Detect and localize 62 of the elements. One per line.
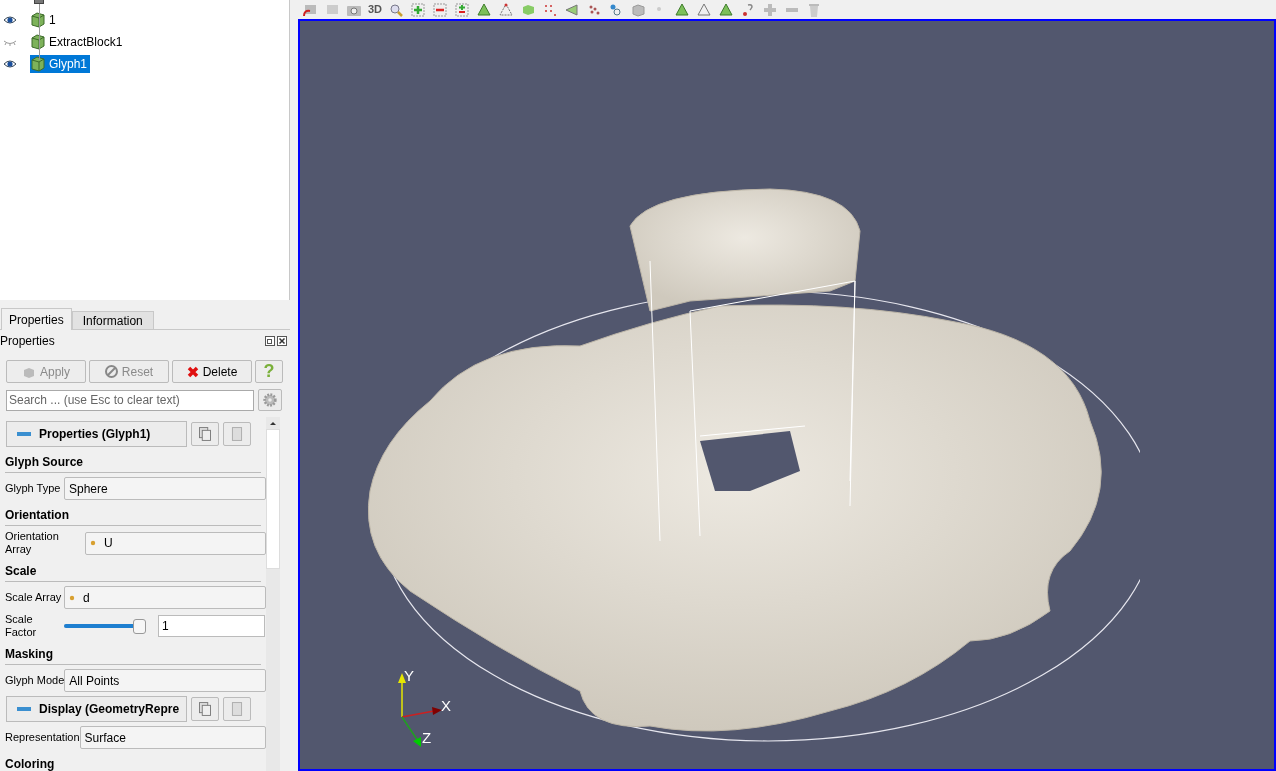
axis-label: Y — [404, 666, 414, 686]
point-data-icon — [69, 594, 75, 601]
scrollbar[interactable] — [266, 417, 280, 771]
tab[interactable]: Properties — [1, 308, 72, 330]
view-mode-toggle[interactable]: 3D — [368, 1, 383, 18]
copy-icon[interactable] — [191, 697, 219, 721]
field-label: Glyph Mode — [5, 674, 65, 687]
eye-icon[interactable] — [3, 59, 17, 69]
field-label: Representation — [5, 731, 80, 744]
float-icon[interactable] — [265, 336, 275, 346]
settings-icon[interactable] — [258, 389, 282, 411]
cube-icon — [30, 12, 46, 28]
cube-icon — [30, 34, 46, 50]
copy-icon[interactable] — [191, 422, 219, 446]
triangle-icon[interactable] — [476, 1, 493, 18]
field-label: Glyph Type — [5, 482, 62, 495]
triangle-question-icon[interactable] — [718, 1, 735, 18]
panel-title: Properties — [0, 333, 55, 350]
delete-icon — [186, 365, 199, 378]
field-label: Scale Array — [5, 591, 63, 604]
minus-icon — [17, 432, 31, 436]
eye-icon[interactable] — [3, 15, 17, 25]
array-dropdown[interactable]: U — [85, 531, 266, 555]
axis-label: Z — [422, 728, 432, 748]
zoom-icon[interactable] — [388, 1, 405, 18]
field-label: Orientation Array — [5, 530, 60, 556]
minus-icon — [17, 707, 31, 711]
triangle-points-icon[interactable] — [498, 1, 515, 18]
axis-label: X — [441, 696, 451, 716]
section-heading: Glyph Source — [5, 455, 84, 469]
add-remove-icon[interactable] — [454, 1, 471, 18]
dropdown[interactable]: Sphere — [64, 477, 266, 500]
pipeline-item[interactable]: Glyph1 — [30, 55, 91, 73]
paste-icon[interactable] — [223, 422, 251, 446]
add-icon[interactable] — [410, 1, 427, 18]
field-label: Scale Factor — [5, 613, 38, 639]
array-dropdown[interactable]: d — [64, 586, 266, 609]
pipeline-item[interactable]: ExtractBlock1 — [30, 33, 126, 51]
triangle-icon[interactable] — [674, 1, 691, 18]
delete-button[interactable]: Delete — [172, 360, 252, 383]
number-field[interactable]: 1 — [158, 615, 265, 637]
section-heading: Scale — [5, 564, 37, 578]
cube-icon — [30, 56, 46, 72]
search-field[interactable]: Search ... (use Esc to clear text) — [6, 389, 254, 411]
triangle-points-icon[interactable] — [696, 1, 713, 18]
remove-icon[interactable] — [432, 1, 449, 18]
point-data-icon — [90, 540, 96, 546]
section-heading: Masking — [5, 647, 53, 661]
paste-icon[interactable] — [223, 697, 251, 721]
pipeline-item[interactable]: 1 — [30, 11, 59, 29]
section-heading: Coloring — [5, 757, 55, 771]
group-header[interactable]: Display (GeometryRepre — [6, 696, 187, 722]
cancel-icon — [104, 365, 118, 378]
group-header[interactable]: Properties (Glyph1) — [6, 421, 187, 447]
close-icon[interactable] — [277, 336, 287, 346]
render-view[interactable]: Y X Z — [298, 19, 1276, 771]
dropdown[interactable]: All Points — [64, 669, 266, 692]
cube-icon — [22, 365, 36, 378]
slider[interactable] — [64, 618, 146, 634]
dropdown[interactable]: Surface — [79, 726, 266, 749]
tab[interactable]: Information — [71, 311, 154, 330]
section-heading: Orientation — [5, 508, 69, 522]
